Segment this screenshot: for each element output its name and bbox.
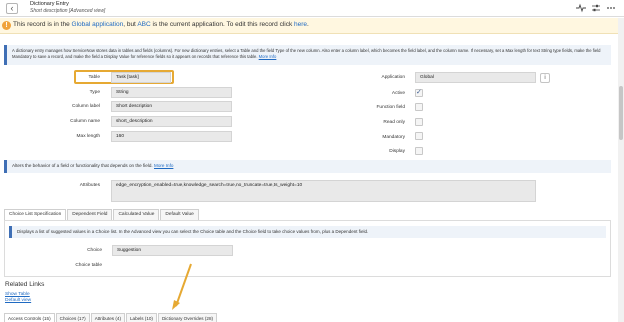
choice-field[interactable]: Suggestion [112, 245, 233, 256]
table-label: Table [88, 75, 100, 80]
form-subtitle: Short description [Advanced view] [30, 8, 106, 14]
application-label: Application [381, 75, 405, 80]
more-icon[interactable] [606, 3, 616, 13]
tab-default-value[interactable]: Default Value [160, 209, 199, 220]
mandatory-checkbox[interactable] [415, 132, 423, 140]
attributes-label: Attributes [79, 183, 100, 188]
tab-dependent-field[interactable]: Dependent Field [67, 209, 113, 220]
form-title: Dictionary Entry [30, 1, 69, 7]
function-field-label: Function field [376, 105, 405, 110]
banner-end: . [307, 21, 309, 28]
tab-dictionary-overrides[interactable]: Dictionary Overrides (28) [157, 313, 218, 322]
max-length-label: Max length [76, 134, 100, 139]
description-more-info-link[interactable]: More Info [259, 54, 277, 59]
settings-sliders-icon[interactable] [591, 3, 601, 13]
behavior-info: Alters the behavior of a field or functi… [4, 160, 611, 173]
active-checkbox[interactable] [415, 88, 423, 97]
activity-icon[interactable] [576, 3, 586, 13]
banner-middle: , but [123, 21, 138, 28]
application-info-icon[interactable]: i [540, 73, 550, 83]
choice-list-info: Displays a list of suggested values in a… [9, 226, 606, 238]
page-scrollbar[interactable] [618, 18, 624, 322]
scope-banner-text: This record is in the Global application… [13, 21, 309, 28]
read-only-checkbox[interactable] [415, 118, 423, 126]
tab-choices[interactable]: Choices (17) [55, 313, 90, 322]
global-application-link[interactable]: Global application [72, 21, 124, 28]
header-icons [576, 3, 616, 13]
column-label-field[interactable]: Short description [111, 101, 232, 112]
warning-icon: ! [2, 21, 11, 30]
scrollbar-thumb[interactable] [619, 86, 623, 140]
tab-calculated-value[interactable]: Calculated Value [113, 209, 160, 220]
display-label: Display [389, 149, 405, 154]
application-field[interactable]: Global [415, 72, 536, 83]
show-table-link[interactable]: Show Table [5, 292, 30, 297]
choice-list-panel: Displays a list of suggested values in a… [4, 220, 611, 277]
dictionary-description: A dictionary entry manages how ServiceNo… [4, 45, 611, 65]
banner-prefix: This record is in the [13, 21, 72, 28]
form-header: ‹ Dictionary Entry Short description [Ad… [0, 0, 624, 17]
tab-access-controls[interactable]: Access Controls (15) [4, 313, 55, 322]
max-length-field[interactable]: 160 [111, 131, 232, 142]
current-application-link[interactable]: ABC [137, 21, 150, 28]
scope-banner: ! This record is in the Global applicati… [0, 18, 618, 34]
table-field[interactable]: Task [task] [111, 72, 171, 83]
here-link[interactable]: here [294, 21, 307, 28]
section-tabs: Choice List Specification Dependent Fiel… [4, 209, 200, 220]
display-checkbox[interactable] [415, 147, 423, 155]
related-links-title: Related Links [5, 281, 45, 288]
type-label: Type [89, 90, 100, 95]
behavior-more-info-link[interactable]: More Info [154, 163, 173, 168]
related-list-tabs: Access Controls (15) Choices (17) Attrib… [4, 313, 218, 322]
choice-table-label: Choice table [75, 263, 102, 268]
default-view-link[interactable]: Default view [5, 298, 31, 303]
page: ‹ Dictionary Entry Short description [Ad… [0, 0, 624, 322]
read-only-label: Read only [383, 120, 405, 125]
mandatory-label: Mandatory [382, 135, 405, 140]
tab-choice-list-specification[interactable]: Choice List Specification [4, 209, 67, 220]
column-name-field[interactable]: short_description [111, 116, 232, 127]
column-label-label: Column label [72, 104, 100, 109]
back-button[interactable]: ‹ [6, 3, 18, 14]
active-label: Active [391, 91, 405, 96]
function-field-checkbox[interactable] [415, 103, 423, 111]
description-text: A dictionary entry manages how ServiceNo… [12, 48, 601, 59]
behavior-text: Alters the behavior of a field or functi… [12, 163, 154, 168]
attributes-field[interactable]: edge_encryption_enabled=true,knowledge_s… [111, 180, 536, 202]
choice-label: Choice [87, 248, 102, 253]
tab-attributes[interactable]: Attributes (4) [90, 313, 125, 322]
type-field[interactable]: String [111, 87, 232, 98]
banner-suffix: is the current application. To edit this… [150, 21, 295, 28]
column-name-label: Column name [70, 119, 100, 124]
tab-labels[interactable]: Labels (10) [125, 313, 157, 322]
